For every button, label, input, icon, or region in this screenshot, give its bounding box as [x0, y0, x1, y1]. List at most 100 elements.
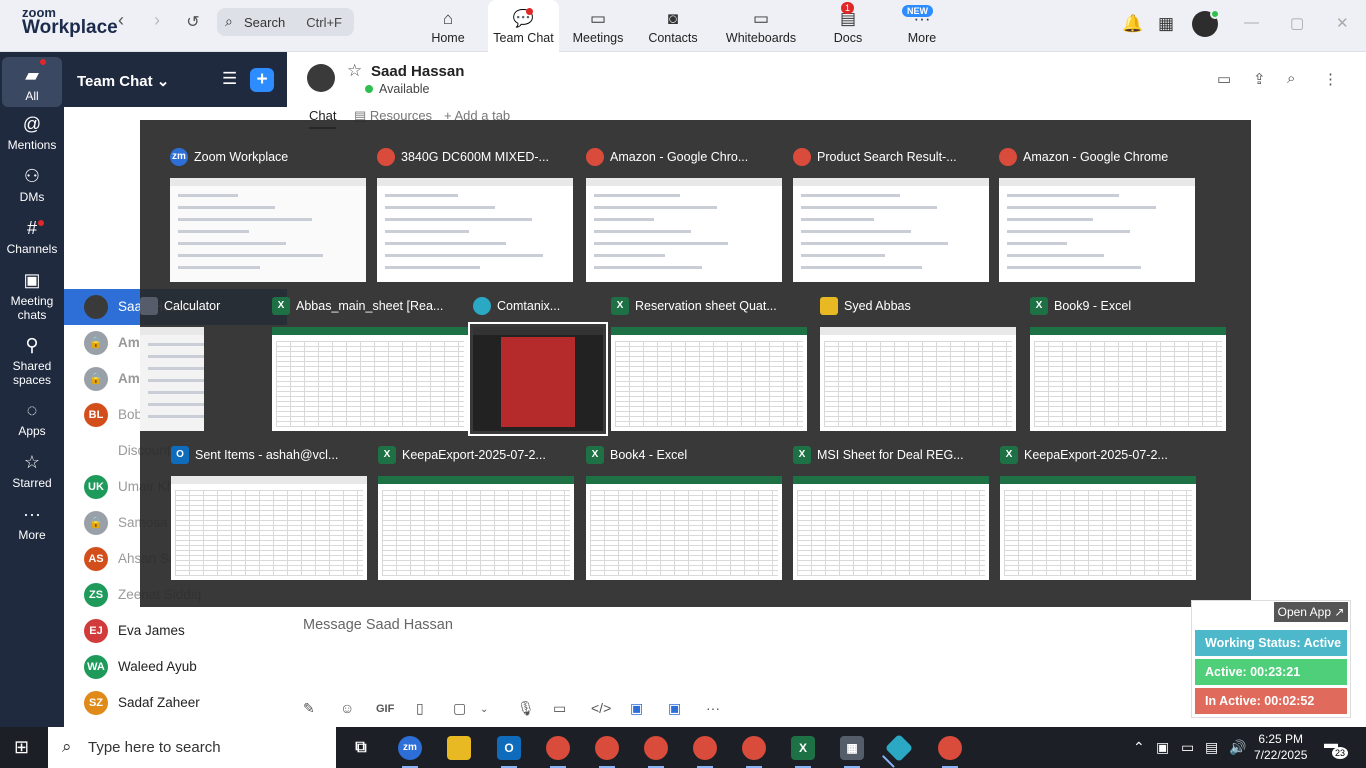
- more-tools-icon[interactable]: ···: [706, 700, 720, 716]
- rail-mentions[interactable]: @ Mentions: [0, 114, 64, 152]
- volume-icon[interactable]: 🔊: [1229, 739, 1246, 756]
- maximize-icon[interactable]: ▢: [1290, 14, 1304, 32]
- bell-icon[interactable]: 🔔: [1122, 14, 1143, 34]
- taskbar-search[interactable]: ⌕ Type here to search: [48, 727, 336, 768]
- chrome-taskbar-icon-4[interactable]: [693, 736, 717, 768]
- zoom-taskbar-icon[interactable]: zm: [398, 736, 422, 768]
- sidebar-item-sadaf[interactable]: SZ Sadaf Zaheer: [64, 685, 287, 721]
- tab-meetings[interactable]: ▭ Meetings: [566, 0, 630, 52]
- gif-button[interactable]: GIF: [376, 703, 394, 715]
- forward-arrow-icon[interactable]: ›: [144, 10, 170, 31]
- rail-dms[interactable]: ⚇ DMs: [0, 166, 64, 204]
- switcher-window[interactable]: Amazon - Google Chro...: [586, 148, 782, 283]
- chrome-taskbar-icon-5[interactable]: [742, 736, 766, 768]
- close-icon[interactable]: ✕: [1336, 14, 1349, 32]
- sidebar-title[interactable]: Team Chat ⌄: [77, 72, 169, 90]
- filter-icon[interactable]: ☰: [222, 69, 237, 89]
- top-bar: zoom Workplace ‹ › ↺ ⌕ Search Ctrl+F ⌂ H…: [0, 0, 1366, 52]
- battery-icon[interactable]: ▭: [1181, 739, 1194, 756]
- windows-taskbar: ⊞ ⌕ Type here to search ⧉ zm O X ▦ ⌃ ▣ ▭…: [0, 727, 1366, 768]
- screenshot-icon[interactable]: ▢: [453, 700, 466, 717]
- back-arrow-icon[interactable]: ‹: [108, 10, 134, 31]
- video-message-icon[interactable]: ▭: [553, 700, 566, 717]
- switcher-window[interactable]: X Book9 - Excel: [1030, 297, 1226, 432]
- search-icon[interactable]: ⌕: [1287, 70, 1295, 87]
- rail-meeting-chats[interactable]: ▣ Meeting chats: [0, 270, 64, 322]
- file-explorer-icon[interactable]: [447, 736, 471, 760]
- file-icon[interactable]: ▯: [416, 700, 424, 717]
- more-options-icon[interactable]: ⋮: [1323, 70, 1338, 88]
- minimize-icon[interactable]: —: [1244, 14, 1259, 31]
- switcher-window[interactable]: X KeepaExport-2025-07-2...: [1000, 446, 1196, 581]
- chrome-taskbar-icon-3[interactable]: [644, 736, 668, 768]
- contact-avatar[interactable]: [307, 64, 335, 92]
- switcher-window[interactable]: X Abbas_main_sheet [Rea...: [272, 297, 468, 432]
- rail-starred[interactable]: ☆ Starred: [0, 452, 64, 490]
- calculator-taskbar-icon[interactable]: ▦: [840, 736, 864, 768]
- switcher-window[interactable]: X Reservation sheet Quat...: [611, 297, 807, 432]
- chrome-taskbar-icon-6[interactable]: [938, 736, 962, 768]
- chrome-taskbar-icon-1[interactable]: [546, 736, 570, 768]
- app-icon[interactable]: ▣: [630, 700, 643, 717]
- tray-chevron-icon[interactable]: ⌃: [1133, 739, 1145, 756]
- switcher-window[interactable]: X KeepaExport-2025-07-2...: [378, 446, 574, 581]
- new-chat-button[interactable]: +: [250, 68, 274, 92]
- taskbar-clock[interactable]: 6:25 PM 7/22/2025: [1254, 731, 1307, 763]
- sidebar-item-eva[interactable]: EJ Eva James: [64, 613, 287, 649]
- tab-label: Meetings: [572, 31, 624, 45]
- format-icon[interactable]: ✎: [303, 700, 315, 717]
- switcher-window[interactable]: Syed Abbas: [820, 297, 1016, 432]
- switcher-window[interactable]: O Sent Items - ashah@vcl...: [171, 446, 367, 581]
- video-call-icon[interactable]: ▭: [1217, 70, 1231, 88]
- window-title-text: Reservation sheet Quat...: [635, 299, 777, 313]
- rail-channels[interactable]: # Channels: [0, 218, 64, 256]
- thumbnail-line: [148, 379, 204, 382]
- thumbnail-line: [1007, 254, 1104, 257]
- outlook-taskbar-icon[interactable]: O: [497, 736, 521, 768]
- message-input[interactable]: Message Saad Hassan: [303, 617, 453, 633]
- calendar-icon[interactable]: ▦: [1158, 14, 1174, 34]
- tab-more[interactable]: NEW ··· More: [890, 0, 954, 52]
- search-bar[interactable]: ⌕ Search Ctrl+F: [217, 8, 354, 36]
- windows-start-icon[interactable]: ⊞: [14, 737, 29, 758]
- rail-shared-spaces[interactable]: ⚲ Shared spaces: [0, 335, 64, 387]
- network-icon[interactable]: ▤: [1205, 739, 1218, 756]
- microphone-icon[interactable]: 🎙: [517, 700, 535, 717]
- rail-all[interactable]: ▰ All: [2, 57, 62, 107]
- thumbnail-titlebar: [793, 476, 989, 484]
- comtanix-taskbar-icon[interactable]: [884, 733, 914, 763]
- star-icon[interactable]: ☆: [347, 61, 362, 81]
- code-icon[interactable]: </>: [591, 700, 611, 716]
- profile-avatar[interactable]: [1192, 9, 1220, 37]
- status-text: Available: [379, 82, 430, 96]
- app-icon-2[interactable]: ▣: [668, 700, 681, 717]
- unread-dot: [40, 59, 46, 65]
- switcher-window[interactable]: Amazon - Google Chrome: [999, 148, 1195, 283]
- emoji-icon[interactable]: ☺: [340, 700, 354, 716]
- calculator-icon: [140, 297, 158, 315]
- share-screen-icon[interactable]: ⇪: [1253, 70, 1266, 88]
- tab-docs[interactable]: 1 ▤ Docs: [816, 0, 880, 52]
- tab-home[interactable]: ⌂ Home: [416, 0, 480, 52]
- switcher-window[interactable]: zm Zoom Workplace: [170, 148, 366, 283]
- switcher-window[interactable]: X MSI Sheet for Deal REG...: [793, 446, 989, 581]
- sidebar-item-waleed[interactable]: WA Waleed Ayub: [64, 649, 287, 685]
- rail-apps[interactable]: ◌ Apps: [0, 400, 64, 438]
- chrome-taskbar-icon-2[interactable]: [595, 736, 619, 768]
- contact-name[interactable]: Saad Hassan: [371, 63, 464, 80]
- history-icon[interactable]: ↺: [180, 12, 206, 32]
- open-app-button[interactable]: Open App ↗: [1274, 602, 1348, 622]
- excel-taskbar-icon[interactable]: X: [791, 736, 815, 768]
- switcher-window-title: X Book4 - Excel: [586, 446, 806, 472]
- switcher-window[interactable]: Product Search Result-...: [793, 148, 989, 283]
- tab-whiteboards[interactable]: ▭ Whiteboards: [721, 0, 801, 52]
- switcher-window[interactable]: 3840G DC600M MIXED-...: [377, 148, 573, 283]
- tab-team-chat[interactable]: 💬 Team Chat: [488, 0, 559, 52]
- rail-more[interactable]: ··· More: [0, 504, 64, 542]
- tab-contacts[interactable]: ◙ Contacts: [641, 0, 705, 52]
- sidebar-item-label: Sadaf Zaheer: [118, 695, 200, 710]
- task-view-icon[interactable]: ⧉: [349, 736, 373, 760]
- switcher-window[interactable]: X Book4 - Excel: [586, 446, 782, 581]
- tray-app-icon[interactable]: ▣: [1156, 739, 1169, 756]
- screenshot-dropdown-icon[interactable]: ⌄: [480, 704, 488, 715]
